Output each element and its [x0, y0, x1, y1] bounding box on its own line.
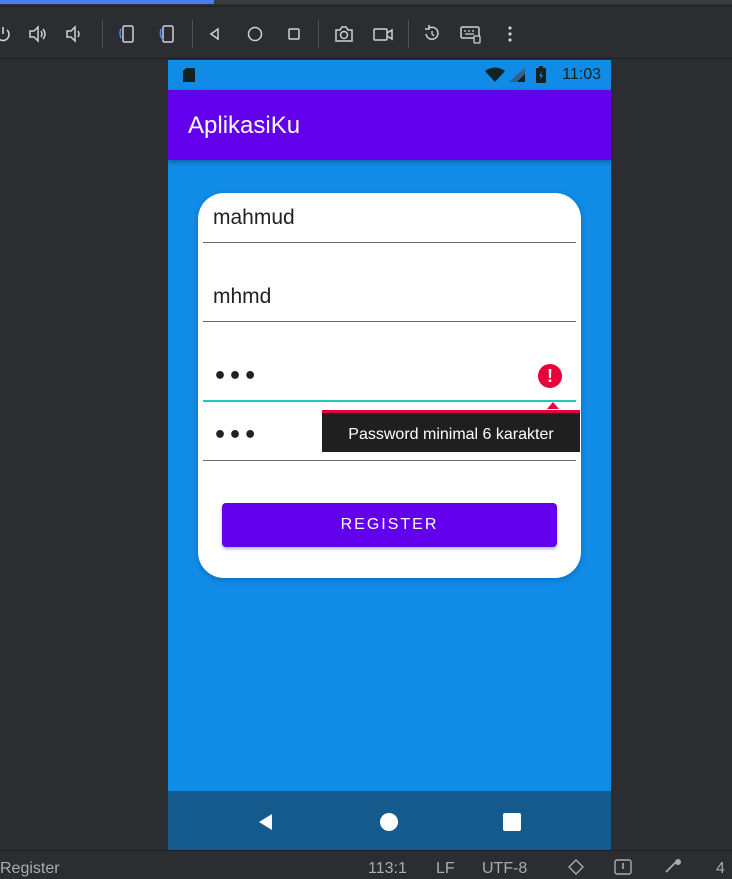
power-icon[interactable] [0, 14, 18, 54]
file-encoding[interactable]: UTF-8 [482, 860, 527, 878]
nav-home-button[interactable] [377, 811, 401, 833]
name-field[interactable] [203, 195, 576, 243]
toolbar-separator [318, 20, 319, 48]
screen-record-icon[interactable] [368, 14, 398, 54]
volume-down-icon[interactable] [60, 14, 90, 54]
volume-up-icon[interactable] [23, 14, 53, 54]
divider [0, 6, 732, 7]
more-icon[interactable] [495, 14, 525, 54]
divider [0, 58, 732, 59]
toolbar-separator [102, 20, 103, 48]
back-triangle-icon [259, 814, 272, 830]
password-field[interactable]: ••• ! [203, 354, 576, 402]
android-nav-bar [168, 791, 611, 850]
username-field[interactable] [203, 274, 576, 322]
reset-icon[interactable] [417, 14, 447, 54]
input-underline [203, 321, 576, 322]
overview-icon[interactable] [279, 14, 309, 54]
sd-card-icon [182, 67, 196, 87]
app-title: AplikasiKu [188, 112, 301, 139]
rotate-right-icon[interactable] [152, 14, 182, 54]
status-breadcrumb[interactable]: Register [0, 860, 60, 878]
input-underline [203, 460, 576, 461]
git-icon[interactable] [568, 859, 584, 879]
signal-icon [508, 67, 526, 87]
toolbar-separator [192, 20, 193, 48]
caret-position[interactable]: 113:1 [368, 860, 407, 878]
nav-overview-button[interactable] [500, 811, 524, 833]
home-icon[interactable] [240, 14, 270, 54]
nav-back-button[interactable] [254, 811, 278, 833]
line-ending[interactable]: LF [436, 860, 455, 878]
emulator-toolbar [0, 14, 732, 54]
home-circle-icon [380, 813, 398, 831]
warning-icon[interactable] [614, 859, 632, 879]
error-icon: ! [538, 364, 562, 388]
wifi-icon [484, 67, 506, 87]
indent-size[interactable]: 4 [716, 860, 725, 878]
name-input[interactable] [203, 195, 576, 241]
screenshot-icon[interactable] [329, 14, 359, 54]
input-underline [203, 242, 576, 243]
battery-icon [535, 66, 547, 88]
error-tooltip-arrow [547, 402, 559, 409]
toolbar-separator [408, 20, 409, 48]
android-status-bar: 11:03 [168, 60, 611, 90]
password-input[interactable]: ••• [213, 364, 258, 389]
rotate-left-icon[interactable] [112, 14, 142, 54]
app-bar: AplikasiKu [168, 90, 611, 160]
error-tooltip: Password minimal 6 karakter [322, 410, 580, 452]
status-time: 11:03 [562, 66, 601, 83]
inspector-icon[interactable] [664, 858, 684, 878]
overview-square-icon [503, 813, 521, 831]
keyboard-icon[interactable] [456, 14, 486, 54]
ide-status-bar: Register 113:1 LF UTF-8 4 [0, 850, 732, 877]
register-button[interactable]: REGISTER [222, 503, 557, 547]
confirm-password-input[interactable]: ••• [213, 423, 258, 448]
username-input[interactable] [203, 274, 576, 320]
register-card: ••• ! ••• REGISTER [198, 193, 581, 578]
input-underline [203, 400, 576, 402]
progress-bar [0, 0, 732, 4]
back-icon[interactable] [200, 14, 230, 54]
emulator-screen[interactable]: 11:03 AplikasiKu ••• ! ••• REGISTER Pass… [168, 60, 611, 850]
